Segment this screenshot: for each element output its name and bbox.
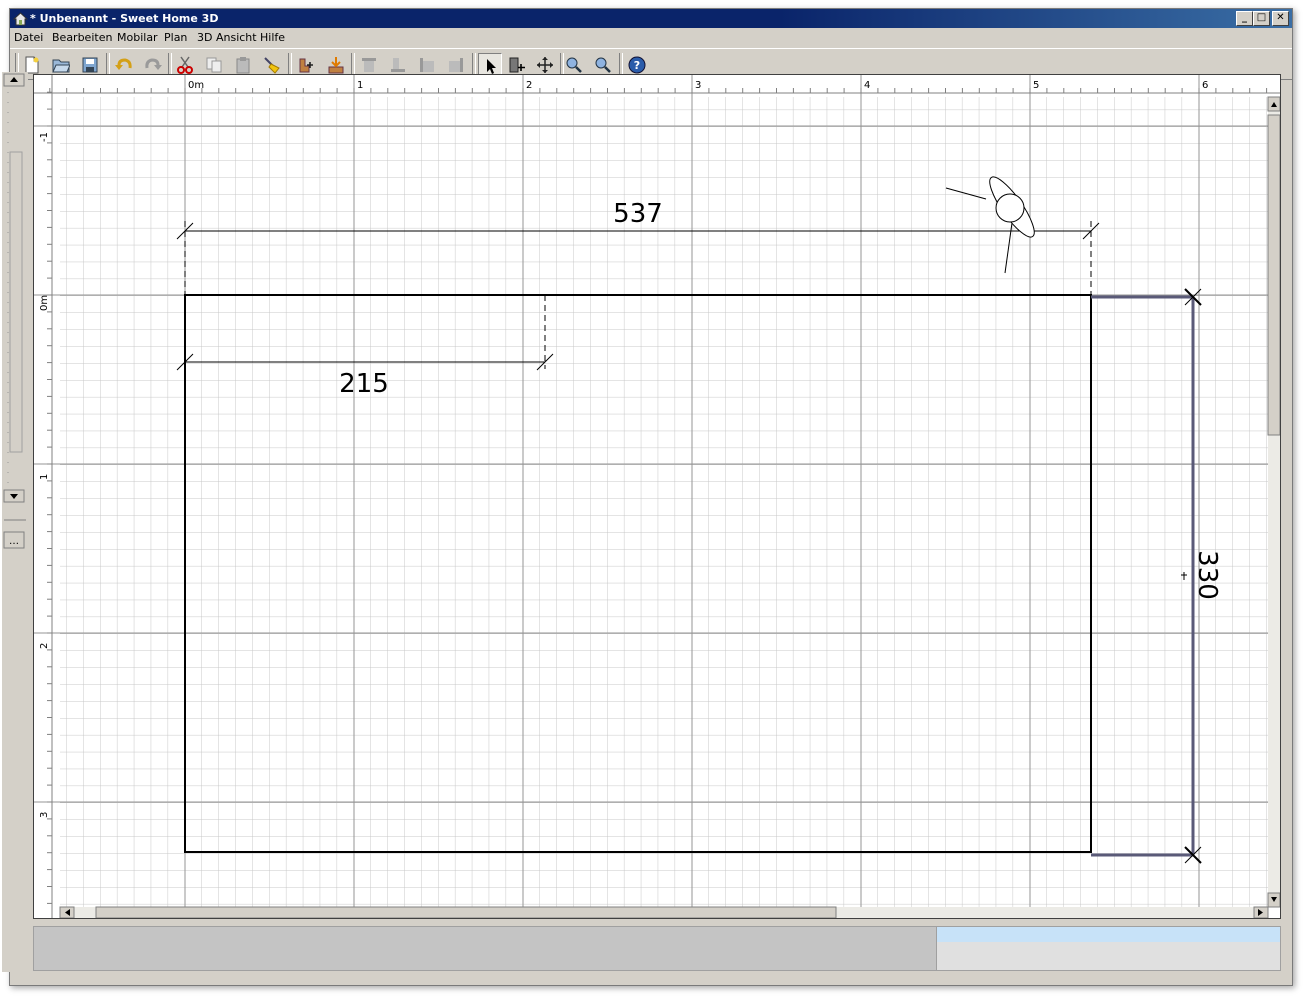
copy-icon [206, 57, 222, 73]
horizontal-scroll-thumb[interactable] [95, 906, 837, 919]
undo-icon [115, 58, 132, 70]
ruler-x-label: 1 [357, 80, 363, 91]
zoom-out-icon [595, 57, 611, 73]
menu-datei[interactable]: Datei [14, 30, 43, 45]
split-pane-divider[interactable] [33, 918, 1279, 932]
horizontal-ruler [34, 75, 1280, 93]
add-furniture-icon [299, 58, 313, 73]
vertical-scrollbar[interactable] [1267, 96, 1281, 908]
collapsed-panel-graphics: … [3, 73, 26, 549]
close-button[interactable]: ✕ [1272, 11, 1289, 26]
vertical-ruler [34, 75, 52, 918]
minimize-button[interactable]: _ [1236, 11, 1253, 26]
dimension-inner-label: 215 [339, 369, 389, 399]
grid [60, 97, 1268, 907]
vertical-scroll-thumb[interactable] [1267, 114, 1281, 436]
window-title: * Unbenannt - Sweet Home 3D [30, 12, 219, 25]
maximize-button[interactable]: □ [1253, 11, 1270, 26]
open-folder-icon [52, 59, 70, 73]
plan-canvas[interactable]: 0m 1 2 3 4 5 6 -10m123 537 215 330 [15, 75, 1281, 919]
ruler-x-label: 3 [695, 80, 701, 91]
pan-icon [537, 57, 553, 73]
ruler-y-label: 1 [39, 474, 50, 480]
ruler-x-label: 5 [1033, 80, 1039, 91]
menu-bearbeiten[interactable]: Bearbeiten [52, 30, 112, 45]
ruler-y-label: -1 [39, 132, 50, 142]
align-bottom-icon [391, 58, 405, 72]
save-icon [82, 57, 98, 73]
title-bar: * Unbenannt - Sweet Home 3D _ □ ✕ [10, 9, 1292, 28]
horizontal-scrollbar[interactable] [59, 906, 1269, 919]
delete-broom-icon [264, 57, 280, 74]
menu-plan[interactable]: Plan [164, 30, 187, 45]
select-arrow-icon [487, 59, 496, 74]
menu-3d-ansicht[interactable]: 3D Ansicht [197, 30, 257, 45]
align-left-icon [420, 58, 434, 72]
ruler-y-label: 3 [39, 812, 50, 818]
menu-hilfe[interactable]: Hilfe [260, 30, 285, 45]
redo-icon [145, 58, 162, 70]
plan-view[interactable]: 0m 1 2 3 4 5 6 -1 0m 1 2 3 537 215 330 [15, 74, 1281, 919]
create-walls-icon [509, 57, 525, 73]
paste-icon [236, 57, 250, 74]
3d-view-header [937, 927, 1280, 942]
help-icon: ? [628, 56, 646, 74]
ruler-y-label: 0m [39, 295, 50, 311]
svg-text:?: ? [634, 59, 640, 72]
sweet-home-app-icon [13, 12, 28, 26]
align-top-icon [362, 58, 376, 72]
zoom-in-icon [566, 57, 582, 73]
align-right-icon [449, 58, 463, 72]
3d-view-pane [936, 926, 1281, 971]
ruler-x-label: 2 [526, 80, 532, 91]
ruler-x-label: 6 [1202, 80, 1208, 91]
dimension-top-label: 537 [613, 199, 663, 229]
ruler-y-label: 2 [39, 643, 50, 649]
svg-text:…: … [9, 536, 19, 547]
dimension-right-label: 330 [1192, 550, 1222, 600]
menu-mobilar[interactable]: Mobilar [117, 30, 158, 45]
collapsed-catalog-panel: … [2, 72, 28, 972]
menu-bar: Datei Bearbeiten Mobilar Plan 3D Ansicht… [10, 28, 1292, 46]
furniture-list-pane [33, 926, 937, 971]
import-furniture-icon [328, 57, 344, 74]
ruler-x-label: 4 [864, 80, 870, 91]
cut-icon [177, 56, 193, 74]
